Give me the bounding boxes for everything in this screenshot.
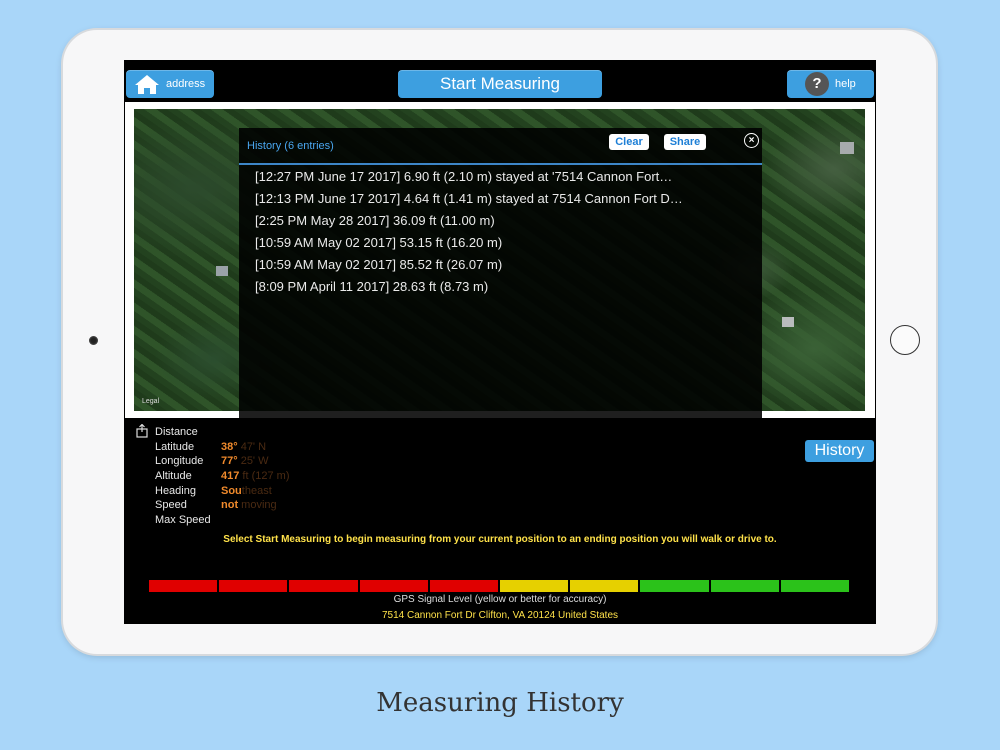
speed-value-rest: moving [238,499,277,512]
home-button[interactable] [890,325,920,355]
speed-value-main: not [221,499,239,512]
history-entry[interactable]: [10:59 AM May 02 2017] 85.52 ft (26.07 m… [255,254,755,276]
satellite-map[interactable]: Legal History (6 entries) Clear Share × … [134,109,865,418]
longitude-value-rest: 25' W [237,455,269,468]
gps-signal-segment [429,580,499,592]
history-entry[interactable]: [10:59 AM May 02 2017] 53.15 ft (16.20 m… [255,232,755,254]
caption: Measuring History [376,688,624,718]
map-house [782,317,794,327]
help-button[interactable]: ? help [787,70,874,98]
max-speed-label: Max Speed [155,514,211,527]
history-entry[interactable]: [12:13 PM June 17 2017] 4.64 ft (1.41 m)… [255,188,755,210]
stats-labels: Distance Latitude Longitude Altitude Hea… [155,425,211,528]
history-list: [12:27 PM June 17 2017] 6.90 ft (2.10 m)… [255,166,755,298]
gps-signal-segment [710,580,779,592]
history-entry[interactable]: [12:27 PM June 17 2017] 6.90 ft (2.10 m)… [255,166,755,188]
speed-value: not moving [221,498,289,513]
help-label: help [835,78,856,90]
gps-signal-segment [149,580,218,592]
history-button[interactable]: History [805,440,874,462]
latitude-value-main: 38° [221,440,238,453]
history-panel: History (6 entries) Clear Share × [12:27… [239,128,762,418]
gps-signal-segment [570,580,639,592]
altitude-value: 417 ft (127 m) [221,469,289,484]
map-frame: Legal History (6 entries) Clear Share × … [125,102,875,418]
gps-signal-segment [780,580,850,592]
share-icon[interactable] [136,424,148,438]
latitude-value-rest: 47' N [237,440,267,453]
gps-signal-segment [500,580,569,592]
help-icon: ? [805,72,829,96]
altitude-value-rest: ft (127 m) [239,470,290,483]
longitude-label: Longitude [155,455,204,468]
start-measuring-button[interactable]: Start Measuring [398,70,602,98]
longitude-value-main: 77° [221,455,238,468]
latitude-value: 38° 47' N [221,440,289,455]
stats-values: 38° 47' N 77° 25' W 417 ft (127 m) South… [221,425,289,528]
instructions-text: Select Start Measuring to begin measurin… [223,534,777,545]
history-divider [239,163,762,165]
gps-signal-segment [289,580,358,592]
map-house [216,266,228,276]
history-entry[interactable]: [2:25 PM May 28 2017] 36.09 ft (11.00 m) [255,210,755,232]
current-address: 7514 Cannon Fort Dr Clifton, VA 20124 Un… [381,610,619,621]
camera-icon [89,336,98,345]
altitude-value-main: 417 [221,470,240,483]
gps-signal-segment [219,580,288,592]
address-button[interactable]: address [126,70,214,98]
history-title: History (6 entries) [247,140,334,152]
heading-label: Heading [155,484,196,497]
history-entry[interactable]: [8:09 PM April 11 2017] 28.63 ft (8.73 m… [255,276,755,298]
heading-value-main: Sou [221,484,242,497]
heading-value: Southeast [221,484,289,499]
gps-signal-label: GPS Signal Level (yellow or better for a… [393,594,607,605]
house-icon [135,75,159,94]
longitude-value: 77° 25' W [221,454,289,469]
latitude-label: Latitude [155,440,195,453]
altitude-label: Altitude [155,470,192,483]
close-icon[interactable]: × [744,133,759,148]
speed-label: Speed [155,499,187,512]
map-house [840,142,854,154]
distance-value [221,425,289,440]
max-speed-value [221,513,289,528]
share-button[interactable]: Share [664,134,706,150]
clear-button[interactable]: Clear [609,134,649,150]
gps-signal-bar [149,580,850,592]
heading-value-rest: theast [241,484,272,497]
gps-signal-segment [640,580,709,592]
gps-signal-segment [359,580,428,592]
map-legal-link[interactable]: Legal [142,398,159,405]
address-label: address [166,78,206,90]
distance-label: Distance [155,426,198,438]
app-screen: address Start Measuring ? help Legal His… [124,60,876,624]
